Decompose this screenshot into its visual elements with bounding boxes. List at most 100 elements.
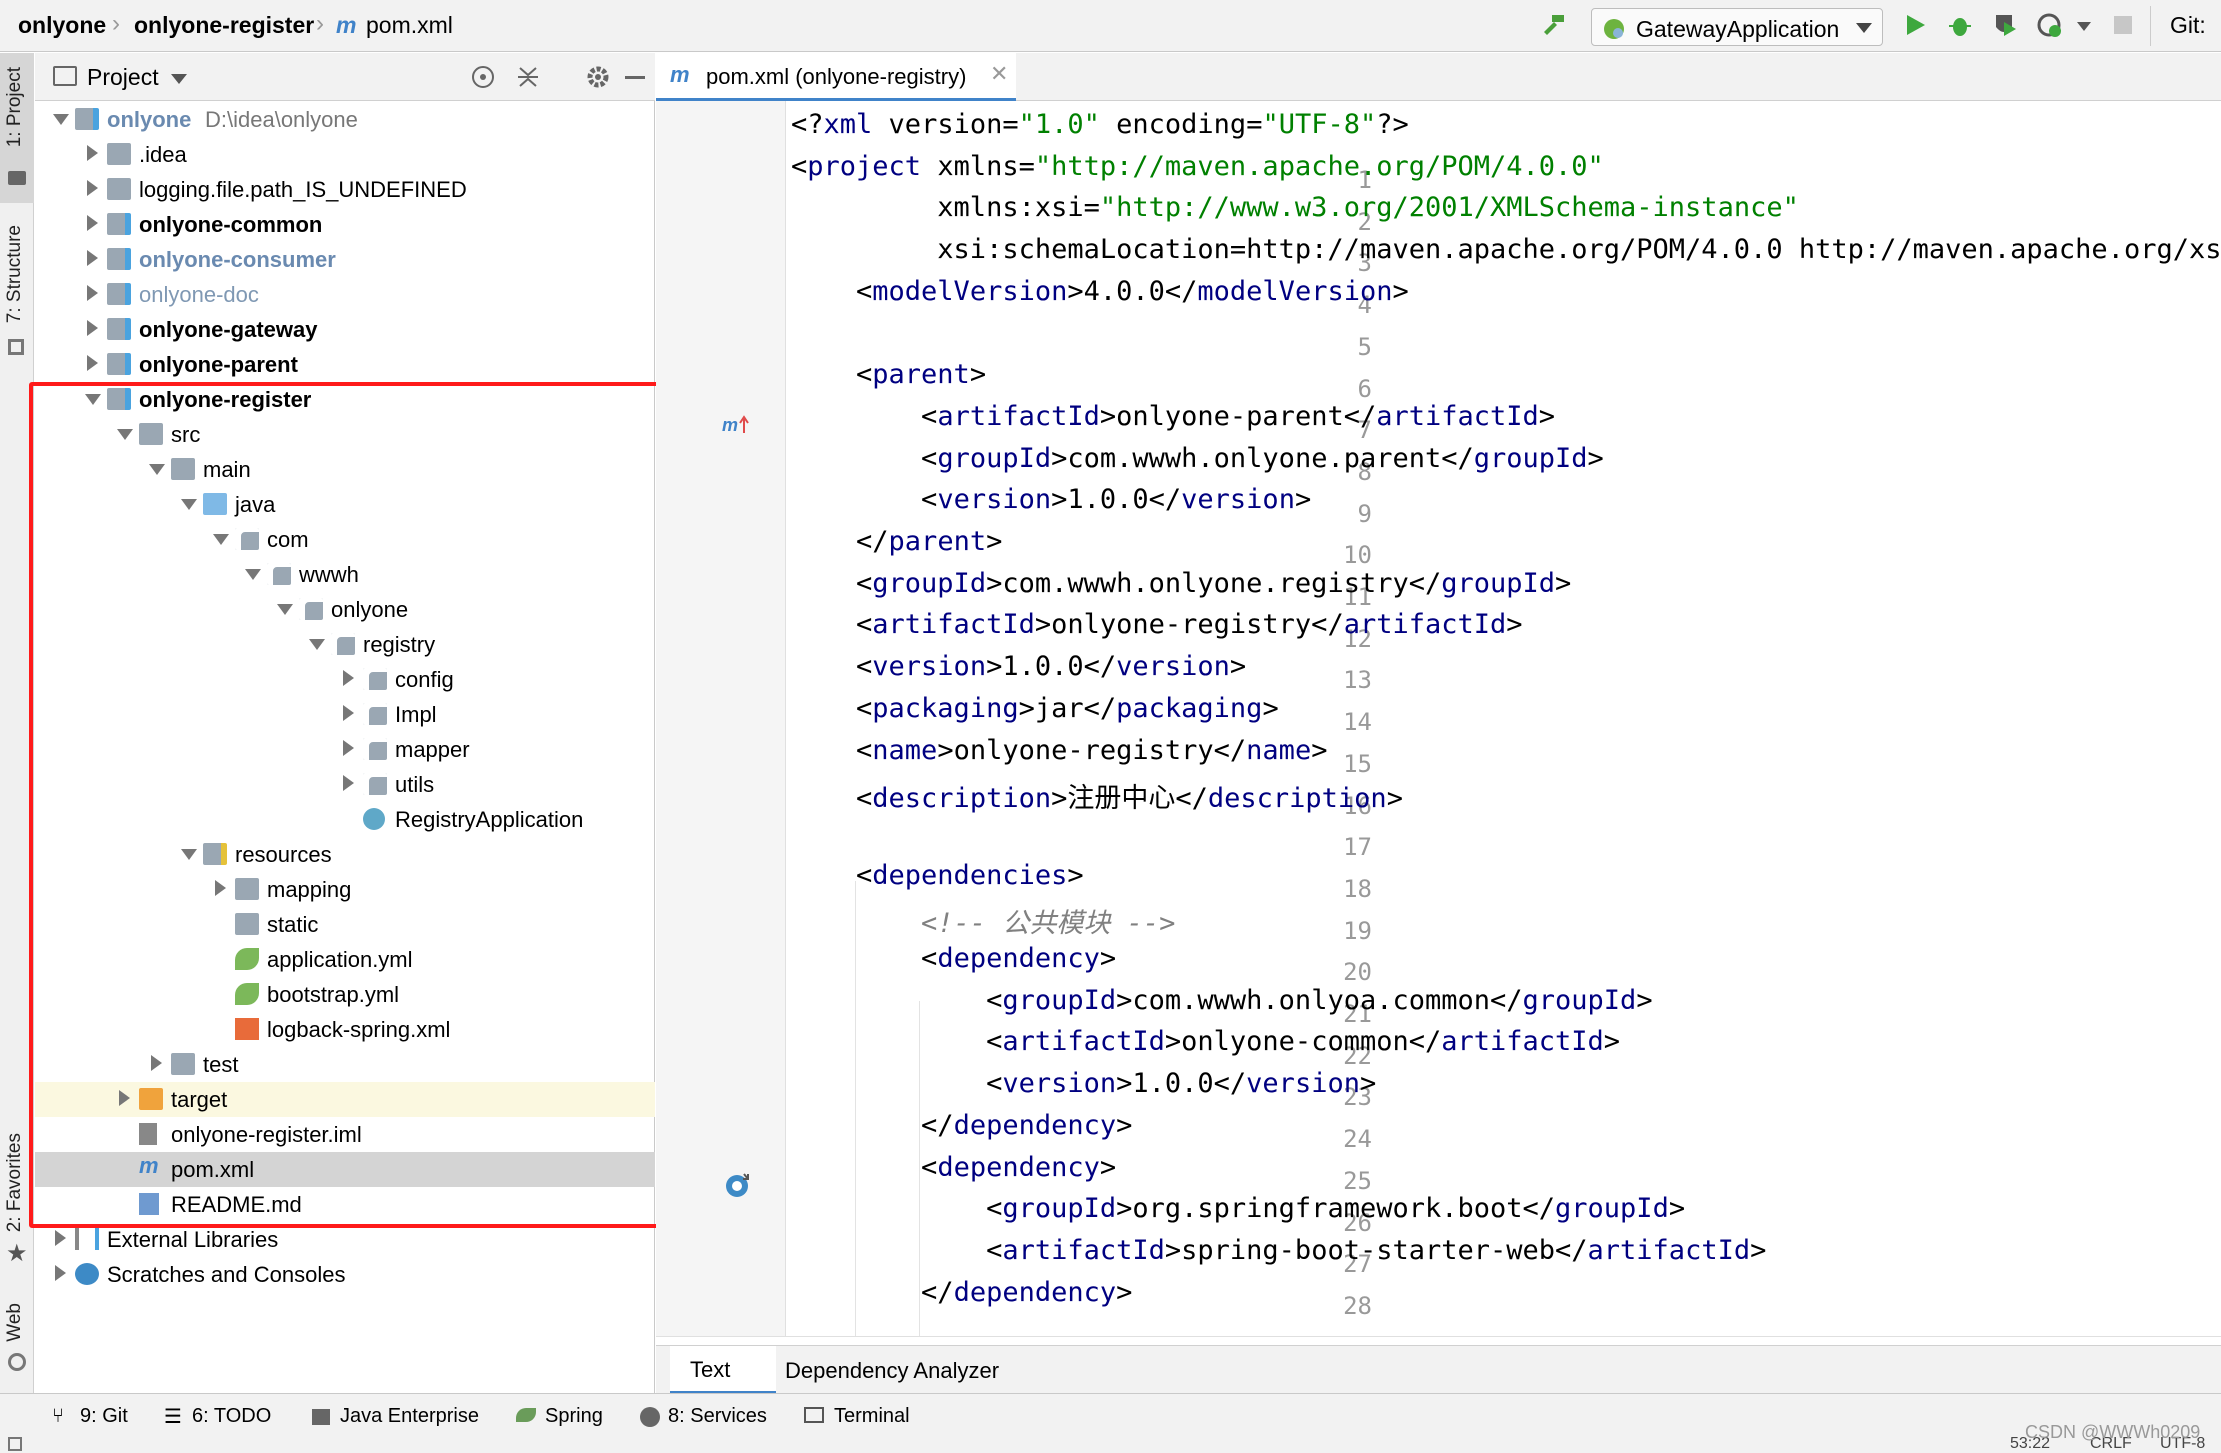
- collapsed-arrow-icon[interactable]: [343, 670, 354, 686]
- tool-git[interactable]: 9: Git: [80, 1405, 128, 1428]
- tree-item[interactable]: onlyone-doc: [35, 277, 655, 312]
- tree-item[interactable]: target: [35, 1082, 655, 1117]
- collapsed-arrow-icon[interactable]: [87, 215, 98, 231]
- web-tool-label[interactable]: Web: [4, 1303, 26, 1342]
- tree-item[interactable]: resources: [35, 837, 655, 872]
- tree-item[interactable]: onlyone-common: [35, 207, 655, 242]
- code-line[interactable]: <dependency>: [791, 1152, 1116, 1194]
- tree-item[interactable]: utils: [35, 767, 655, 802]
- profile-icon[interactable]: [2037, 12, 2063, 38]
- tree-item[interactable]: RegistryApplication: [35, 802, 655, 837]
- run-icon[interactable]: [1902, 12, 1928, 38]
- tool-spring[interactable]: Spring: [545, 1405, 603, 1428]
- tree-item[interactable]: com: [35, 522, 655, 557]
- collapsed-arrow-icon[interactable]: [87, 145, 98, 161]
- collapsed-arrow-icon[interactable]: [87, 250, 98, 266]
- gear-icon[interactable]: [585, 64, 611, 90]
- tree-item[interactable]: onlyone-consumer: [35, 242, 655, 277]
- tree-item[interactable]: mapping: [35, 872, 655, 907]
- tree-item[interactable]: onlyone-register: [35, 382, 655, 417]
- tree-item[interactable]: main: [35, 452, 655, 487]
- code-line[interactable]: <artifactId>onlyone-registry</artifactId…: [791, 609, 1523, 651]
- git-label[interactable]: Git:: [2170, 12, 2206, 39]
- code-line[interactable]: <artifactId>onlyone-parent</artifactId>: [791, 401, 1555, 443]
- code-line[interactable]: </dependency>: [791, 1110, 1132, 1152]
- structure-tool-label[interactable]: 7: Structure: [4, 225, 26, 323]
- code-line[interactable]: <modelVersion>4.0.0</modelVersion>: [791, 276, 1409, 318]
- tree-item[interactable]: onlyone-gateway: [35, 312, 655, 347]
- project-view-select[interactable]: Project: [87, 64, 159, 91]
- collapsed-arrow-icon[interactable]: [343, 740, 354, 756]
- tool-todo[interactable]: 6: TODO: [192, 1405, 271, 1428]
- stop-icon[interactable]: [2110, 12, 2136, 38]
- code-line[interactable]: xmlns:xsi="http://www.w3.org/2001/XMLSch…: [791, 192, 1799, 234]
- expanded-arrow-icon[interactable]: [181, 499, 197, 510]
- nav-project[interactable]: onlyone: [18, 12, 106, 39]
- code-line[interactable]: <name>onlyone-registry</name>: [791, 735, 1327, 777]
- nav-file[interactable]: pom.xml: [366, 12, 453, 39]
- code-line[interactable]: <version>1.0.0</version>: [791, 1068, 1376, 1110]
- collapsed-arrow-icon[interactable]: [55, 1265, 66, 1281]
- code-line[interactable]: </dependency>: [791, 1277, 1132, 1319]
- code-line[interactable]: <dependencies>: [791, 860, 1084, 902]
- tree-item[interactable]: onlyone-parent: [35, 347, 655, 382]
- tree-item[interactable]: External Libraries: [35, 1222, 655, 1257]
- run-configuration-select[interactable]: GatewayApplication: [1591, 8, 1883, 46]
- tree-item[interactable]: onlyone D:\idea\onlyone: [35, 102, 655, 137]
- tree-item[interactable]: config: [35, 662, 655, 697]
- nav-module[interactable]: onlyone-register: [134, 12, 314, 39]
- tree-item[interactable]: registry: [35, 627, 655, 662]
- tree-item[interactable]: application.yml: [35, 942, 655, 977]
- code-line[interactable]: </parent>: [791, 526, 1002, 568]
- tree-item[interactable]: .idea: [35, 137, 655, 172]
- run-with-coverage-icon[interactable]: [1992, 12, 2018, 38]
- tree-item[interactable]: Impl: [35, 697, 655, 732]
- tree-item[interactable]: static: [35, 907, 655, 942]
- collapsed-arrow-icon[interactable]: [119, 1090, 130, 1106]
- overrides-icon[interactable]: m: [722, 413, 752, 439]
- tool-java-enterprise[interactable]: Java Enterprise: [340, 1405, 479, 1428]
- tree-item[interactable]: onlyone-register.iml: [35, 1117, 655, 1152]
- close-icon[interactable]: ✕: [990, 61, 1008, 87]
- code-line[interactable]: <groupId>com.wwwh.onlyone.registry</grou…: [791, 568, 1571, 610]
- collapsed-arrow-icon[interactable]: [87, 355, 98, 371]
- collapsed-arrow-icon[interactable]: [215, 880, 226, 896]
- collapsed-arrow-icon[interactable]: [343, 775, 354, 791]
- tree-item[interactable]: m pom.xml: [35, 1152, 655, 1187]
- collapsed-arrow-icon[interactable]: [87, 320, 98, 336]
- tree-item[interactable]: logging.file.path_IS_UNDEFINED: [35, 172, 655, 207]
- expanded-arrow-icon[interactable]: [277, 604, 293, 615]
- tree-item[interactable]: logback-spring.xml: [35, 1012, 655, 1047]
- code-line[interactable]: <packaging>jar</packaging>: [791, 693, 1279, 735]
- collapsed-arrow-icon[interactable]: [87, 285, 98, 301]
- project-tool-label[interactable]: 1: Project: [4, 67, 26, 147]
- tree-item[interactable]: Scratches and Consoles: [35, 1257, 655, 1292]
- expanded-arrow-icon[interactable]: [181, 849, 197, 860]
- favorites-tool-label[interactable]: 2: Favorites: [4, 1133, 26, 1232]
- expanded-arrow-icon[interactable]: [53, 114, 69, 125]
- collapsed-arrow-icon[interactable]: [87, 180, 98, 196]
- expanded-arrow-icon[interactable]: [245, 569, 261, 580]
- expanded-arrow-icon[interactable]: [213, 534, 229, 545]
- tool-services[interactable]: 8: Services: [668, 1405, 767, 1428]
- expanded-arrow-icon[interactable]: [149, 464, 165, 475]
- code-line[interactable]: <artifactId>spring-boot-starter-web</art…: [791, 1235, 1766, 1277]
- collapse-all-icon[interactable]: [515, 64, 541, 90]
- code-line[interactable]: <version>1.0.0</version>: [791, 651, 1246, 693]
- tab-dependency-analyzer[interactable]: Dependency Analyzer: [785, 1358, 999, 1384]
- tree-item[interactable]: onlyone: [35, 592, 655, 627]
- code-line[interactable]: <project xmlns="http://maven.apache.org/…: [791, 151, 1604, 193]
- tab-text[interactable]: Text: [670, 1346, 776, 1394]
- code-line[interactable]: <?xml version="1.0" encoding="UTF-8"?>: [791, 109, 1409, 151]
- expanded-arrow-icon[interactable]: [117, 429, 133, 440]
- code-line[interactable]: <groupId>com.wwwh.onlyone.parent</groupI…: [791, 443, 1604, 485]
- locate-file-icon[interactable]: [470, 64, 496, 90]
- expanded-arrow-icon[interactable]: [85, 394, 101, 405]
- code-line[interactable]: <version>1.0.0</version>: [791, 484, 1311, 526]
- minimize-icon[interactable]: [625, 76, 645, 79]
- tool-terminal[interactable]: Terminal: [834, 1405, 910, 1428]
- code-line[interactable]: <groupId>org.springframework.boot</group…: [791, 1193, 1685, 1235]
- tree-item[interactable]: src: [35, 417, 655, 452]
- code-line[interactable]: <groupId>com.wwwh.onlyoa.common</groupId…: [791, 985, 1653, 1027]
- expanded-arrow-icon[interactable]: [309, 639, 325, 650]
